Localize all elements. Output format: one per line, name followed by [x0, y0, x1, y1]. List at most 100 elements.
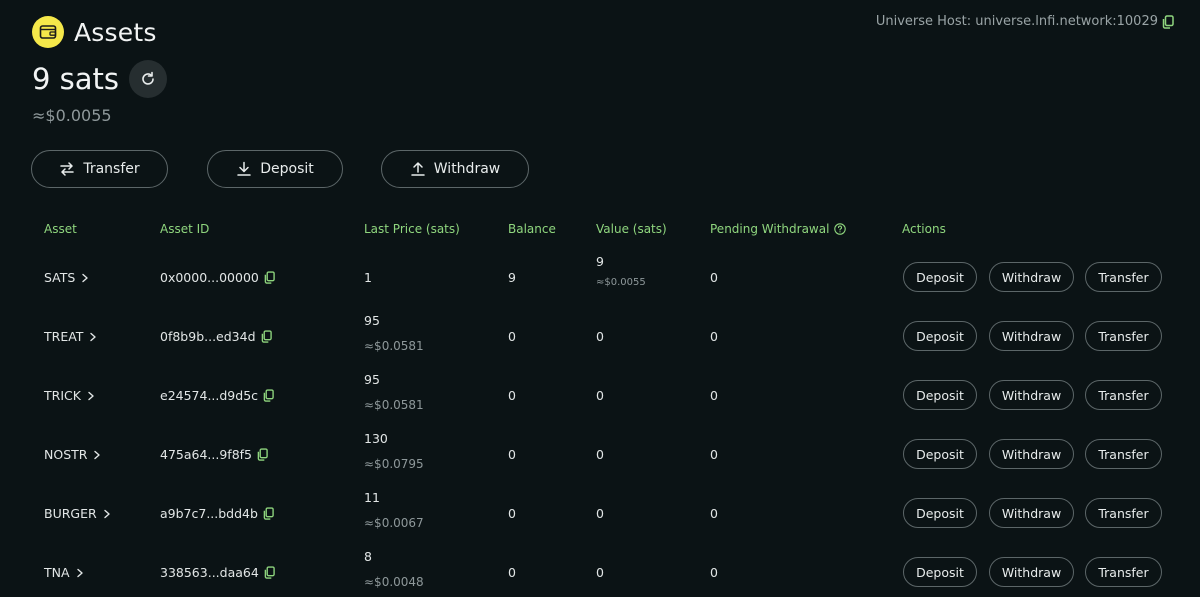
last-price-cell: 130 ≈$0.0795 — [364, 431, 424, 471]
asset-link[interactable]: TREAT — [44, 329, 97, 344]
last-price: 95 — [364, 372, 380, 387]
row-deposit-button[interactable]: Deposit — [903, 439, 977, 469]
last-price-cell: 1 — [364, 270, 372, 285]
chevron-right-icon — [103, 509, 111, 519]
row-transfer-button[interactable]: Transfer — [1085, 321, 1162, 351]
balance-row: 9 sats — [32, 60, 168, 98]
last-price: 8 — [364, 549, 372, 564]
balance-value: 0 — [508, 329, 516, 344]
copy-icon[interactable] — [257, 448, 268, 461]
swap-arrows-icon — [60, 162, 75, 176]
asset-id: e24574...d9d5c — [160, 388, 259, 403]
last-price-usd: ≈$0.0581 — [364, 339, 424, 353]
asset-id: 338563...daa64 — [160, 565, 259, 580]
balance-value: 0 — [508, 565, 516, 580]
asset-id: 0x0000...00000 — [160, 270, 259, 285]
copy-icon[interactable] — [264, 271, 275, 284]
row-deposit-button[interactable]: Deposit — [903, 380, 977, 410]
value-cell: 0 — [596, 447, 604, 462]
copy-icon[interactable] — [263, 507, 274, 520]
chevron-right-icon — [89, 332, 97, 342]
last-price-usd: ≈$0.0581 — [364, 398, 424, 412]
row-transfer-button[interactable]: Transfer — [1085, 439, 1162, 469]
asset-id: 0f8b9b...ed34d — [160, 329, 256, 344]
balance-value: 0 — [508, 506, 516, 521]
asset-link[interactable]: NOSTR — [44, 447, 101, 462]
asset-link[interactable]: BURGER — [44, 506, 111, 521]
asset-name: TRICK — [44, 388, 81, 403]
row-deposit-button[interactable]: Deposit — [903, 498, 977, 528]
balance-value: 0 — [508, 447, 516, 462]
asset-id-cell: e24574...d9d5c — [160, 388, 274, 403]
chevron-right-icon — [81, 273, 89, 283]
row-withdraw-button[interactable]: Withdraw — [989, 380, 1074, 410]
deposit-label: Deposit — [260, 161, 314, 177]
column-header-value: Value (sats) — [596, 222, 667, 236]
asset-link[interactable]: TNA — [44, 565, 84, 580]
asset-name: BURGER — [44, 506, 97, 521]
page-header: Assets — [32, 16, 157, 48]
asset-link[interactable]: TRICK — [44, 388, 95, 403]
column-header-pending-withdrawal: Pending Withdrawal — [710, 222, 847, 236]
chevron-right-icon — [87, 391, 95, 401]
value-cell: 0 — [596, 388, 604, 403]
withdraw-button[interactable]: Withdraw — [381, 150, 529, 188]
last-price-usd: ≈$0.0795 — [364, 457, 424, 471]
row-withdraw-button[interactable]: Withdraw — [989, 262, 1074, 292]
row-withdraw-button[interactable]: Withdraw — [989, 321, 1074, 351]
refresh-button[interactable] — [129, 60, 168, 98]
row-withdraw-button[interactable]: Withdraw — [989, 498, 1074, 528]
table-row: BURGER a9b7c7...bdd4b 11 ≈$0.0067 0 0 0 Deposit… — [0, 483, 1200, 542]
last-price-cell: 95 ≈$0.0581 — [364, 372, 424, 412]
wallet-icon — [32, 16, 64, 48]
chevron-right-icon — [76, 568, 84, 578]
row-transfer-button[interactable]: Transfer — [1085, 380, 1162, 410]
page-title: Assets — [74, 17, 157, 47]
pending-withdrawal-value: 0 — [710, 565, 718, 580]
last-price: 130 — [364, 431, 388, 446]
value-sats: 0 — [596, 506, 604, 521]
copy-icon[interactable] — [263, 389, 274, 402]
column-header-last-price: Last Price (sats) — [364, 222, 460, 236]
transfer-button[interactable]: Transfer — [31, 150, 168, 188]
row-withdraw-button[interactable]: Withdraw — [989, 439, 1074, 469]
row-deposit-button[interactable]: Deposit — [903, 557, 977, 587]
row-transfer-button[interactable]: Transfer — [1085, 262, 1162, 292]
upload-arrow-icon — [411, 162, 425, 176]
pending-withdrawal-value: 0 — [710, 270, 718, 285]
asset-name: NOSTR — [44, 447, 88, 462]
assets-page: Assets Universe Host: universe.lnfi.netw… — [0, 0, 1200, 597]
row-deposit-button[interactable]: Deposit — [903, 321, 977, 351]
column-header-asset: Asset — [44, 222, 77, 236]
universe-host: Universe Host: universe.lnfi.network:100… — [876, 14, 1174, 29]
value-usd: ≈$0.0055 — [596, 277, 646, 288]
deposit-button[interactable]: Deposit — [207, 150, 343, 188]
row-transfer-button[interactable]: Transfer — [1085, 557, 1162, 587]
pending-withdrawal-label: Pending Withdrawal — [710, 222, 830, 236]
table-row: NOSTR 475a64...9f8f5 130 ≈$0.0795 0 0 0 Deposit… — [0, 424, 1200, 483]
table-row: TRICK e24574...d9d5c 95 ≈$0.0581 0 0 0 Deposit W… — [0, 365, 1200, 424]
copy-icon[interactable] — [264, 566, 275, 579]
value-sats: 0 — [596, 388, 604, 403]
pending-withdrawal-value: 0 — [710, 388, 718, 403]
copy-icon[interactable] — [1162, 14, 1174, 29]
pending-withdrawal-value: 0 — [710, 447, 718, 462]
row-deposit-button[interactable]: Deposit — [903, 262, 977, 292]
row-withdraw-button[interactable]: Withdraw — [989, 557, 1074, 587]
last-price: 95 — [364, 313, 380, 328]
asset-id-cell: 338563...daa64 — [160, 565, 275, 580]
asset-link[interactable]: SATS — [44, 270, 89, 285]
last-price-usd: ≈$0.0048 — [364, 575, 424, 589]
copy-icon[interactable] — [261, 330, 272, 343]
column-header-asset-id: Asset ID — [160, 222, 210, 236]
column-header-balance: Balance — [508, 222, 556, 236]
asset-id-cell: a9b7c7...bdd4b — [160, 506, 274, 521]
asset-name: TREAT — [44, 329, 84, 344]
universe-host-label: Universe Host: universe.lnfi.network:100… — [875, 14, 1158, 29]
chevron-right-icon — [93, 450, 101, 460]
question-circle-icon[interactable] — [834, 223, 847, 235]
row-transfer-button[interactable]: Transfer — [1085, 498, 1162, 528]
asset-name: TNA — [44, 565, 70, 580]
asset-id-cell: 0f8b9b...ed34d — [160, 329, 272, 344]
withdraw-label: Withdraw — [433, 161, 501, 177]
